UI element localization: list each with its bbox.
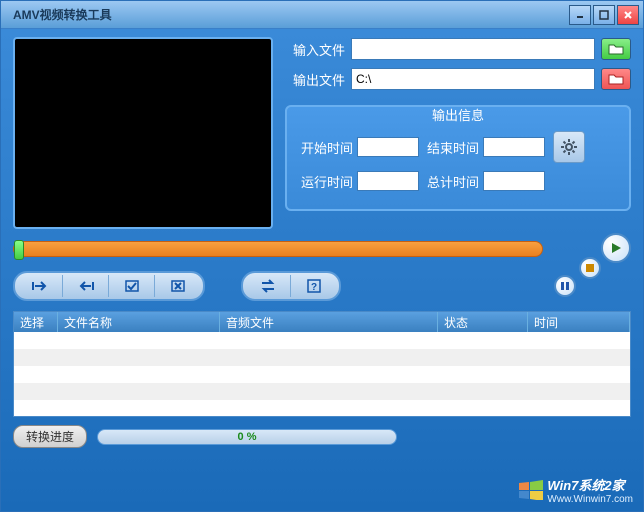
browse-input-button[interactable] <box>601 38 631 60</box>
seek-thumb[interactable] <box>14 240 24 260</box>
table-header: 选择 文件名称 音频文件 状态 时间 <box>14 312 630 332</box>
browse-output-button[interactable] <box>601 68 631 90</box>
mark-out-icon <box>77 280 95 292</box>
play-icon <box>610 242 622 254</box>
svg-text:?: ? <box>311 282 317 293</box>
pause-button[interactable] <box>554 275 576 297</box>
toolbar: ? <box>13 271 631 301</box>
watermark-text: Win7系统2家 <box>547 478 624 493</box>
seek-section <box>13 241 631 257</box>
output-file-field[interactable] <box>351 68 595 90</box>
col-select[interactable]: 选择 <box>14 312 58 332</box>
total-time-label: 总计时间 <box>423 172 479 191</box>
col-filename[interactable]: 文件名称 <box>58 312 220 332</box>
clear-icon <box>171 280 185 292</box>
col-audio[interactable]: 音频文件 <box>220 312 438 332</box>
clear-button[interactable] <box>155 275 201 297</box>
minimize-button[interactable] <box>569 5 591 25</box>
output-info-panel: 输出信息 开始时间 结束时间 运行时间 总计时间 <box>285 105 631 211</box>
gear-icon <box>559 137 579 157</box>
bottom-bar: 转换进度 0 % <box>13 425 631 448</box>
input-file-label: 输入文件 <box>285 40 345 59</box>
pause-icon <box>561 282 569 290</box>
start-time-label: 开始时间 <box>297 138 353 157</box>
time-row-1: 开始时间 结束时间 <box>297 131 619 163</box>
titlebar: AMV视频转换工具 <box>1 1 643 29</box>
close-button[interactable] <box>617 5 639 25</box>
video-preview <box>13 37 273 229</box>
end-time-label: 结束时间 <box>423 138 479 157</box>
output-file-row: 输出文件 <box>285 67 631 91</box>
run-time-label: 运行时间 <box>297 172 353 191</box>
app-window: AMV视频转换工具 输入文件 输出文件 <box>0 0 644 512</box>
top-section: 输入文件 输出文件 输出信息 开始时间 <box>13 37 631 229</box>
stop-button[interactable] <box>579 257 601 279</box>
help-icon: ? <box>307 279 321 293</box>
window-title: AMV视频转换工具 <box>5 6 569 23</box>
progress-label: 转换进度 <box>13 425 87 448</box>
input-file-row: 输入文件 <box>285 37 631 61</box>
convert-button[interactable] <box>245 275 291 297</box>
content-area: 输入文件 输出文件 输出信息 开始时间 <box>1 29 643 511</box>
mark-out-button[interactable] <box>63 275 109 297</box>
end-time-field[interactable] <box>483 137 545 157</box>
progress-percent: 0 % <box>238 431 257 443</box>
col-status[interactable]: 状态 <box>438 312 528 332</box>
file-table: 选择 文件名称 音频文件 状态 时间 <box>13 311 631 417</box>
output-file-label: 输出文件 <box>285 70 345 89</box>
info-panel-title: 输出信息 <box>424 105 492 124</box>
windows-logo-icon <box>519 480 543 500</box>
seek-slider[interactable] <box>13 241 543 257</box>
col-time[interactable]: 时间 <box>528 312 630 332</box>
help-button[interactable]: ? <box>291 275 337 297</box>
marker-group <box>13 271 205 301</box>
watermark: Win7系统2家 Www.Winwin7.com <box>519 475 633 505</box>
watermark-url: Www.Winwin7.com <box>547 494 633 505</box>
play-button[interactable] <box>601 233 631 263</box>
stop-icon <box>586 264 594 272</box>
help-group: ? <box>241 271 341 301</box>
input-file-field[interactable] <box>351 38 595 60</box>
mark-in-button[interactable] <box>17 275 63 297</box>
right-panel: 输入文件 输出文件 输出信息 开始时间 <box>285 37 631 229</box>
start-time-field[interactable] <box>357 137 419 157</box>
total-time-field[interactable] <box>483 171 545 191</box>
convert-icon <box>260 279 276 293</box>
folder-save-icon <box>608 73 624 85</box>
maximize-button[interactable] <box>593 5 615 25</box>
check-icon <box>125 280 139 292</box>
table-body[interactable] <box>14 332 630 417</box>
time-row-2: 运行时间 总计时间 <box>297 171 619 191</box>
run-time-field[interactable] <box>357 171 419 191</box>
window-controls <box>569 5 639 25</box>
conversion-progress: 0 % <box>97 429 397 445</box>
folder-open-icon <box>608 43 624 55</box>
settings-button[interactable] <box>553 131 585 163</box>
check-button[interactable] <box>109 275 155 297</box>
mark-in-icon <box>31 280 49 292</box>
